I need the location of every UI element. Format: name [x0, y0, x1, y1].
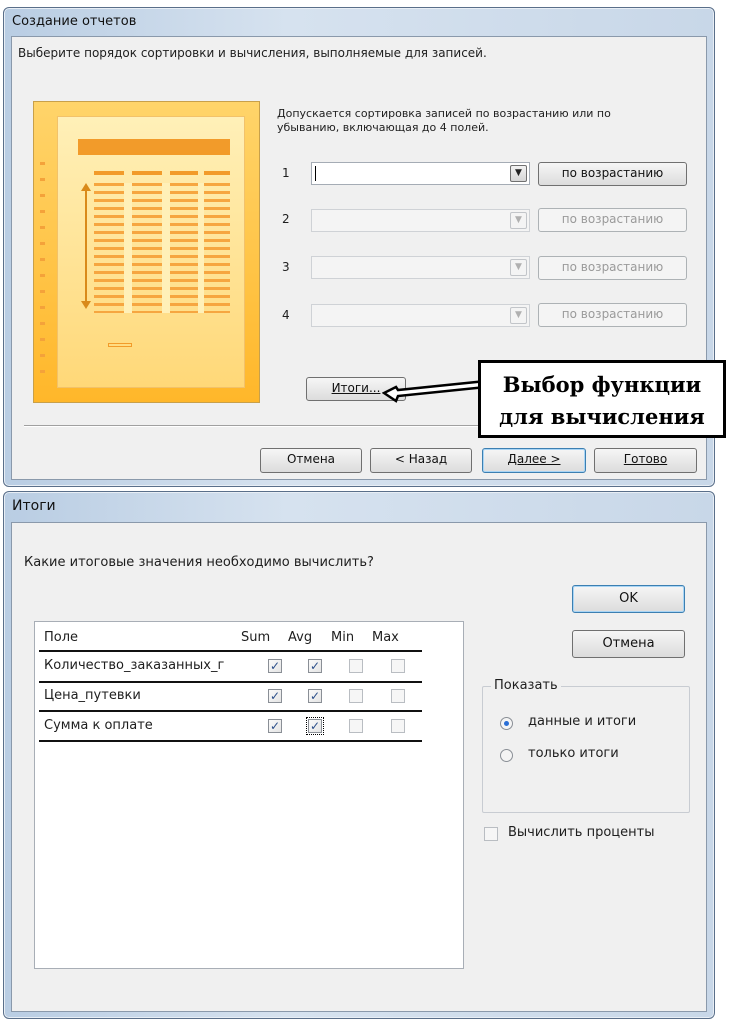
- totals-dialog-window: Итоги Какие итоговые значения необходимо…: [3, 491, 715, 1019]
- sum-checkbox-3[interactable]: ✓: [268, 719, 282, 733]
- min-checkbox-3[interactable]: [349, 719, 363, 733]
- max-checkbox-3[interactable]: [391, 719, 405, 733]
- column-max-header: Max: [372, 630, 399, 645]
- sort-order-2-button[interactable]: по возрастанию: [538, 208, 687, 232]
- totals-dialog-title: Итоги: [12, 498, 56, 514]
- column-sum-header: Sum: [241, 630, 271, 645]
- chevron-down-icon[interactable]: ▼: [510, 212, 527, 229]
- sort-field-2-combo[interactable]: ▼: [311, 209, 530, 232]
- sort-field-1-combo[interactable]: ▼: [311, 162, 530, 185]
- column-field-header: Поле: [44, 630, 79, 645]
- sort-order-4-button[interactable]: по возрастанию: [538, 303, 687, 327]
- chevron-down-icon[interactable]: ▼: [510, 165, 527, 182]
- wizard-cancel-button[interactable]: Отмена: [260, 448, 362, 473]
- column-avg-header: Avg: [288, 630, 313, 645]
- wizard-finish-label: Готово: [623, 452, 668, 466]
- avg-checkbox-2[interactable]: ✓: [308, 689, 322, 703]
- max-checkbox-2[interactable]: [391, 689, 405, 703]
- wizard-back-button[interactable]: < Назад: [370, 448, 472, 473]
- column-min-header: Min: [331, 630, 355, 645]
- callout-arrow: [382, 379, 488, 403]
- text-caret: [315, 166, 316, 181]
- field-name-3: Сумма к оплате: [44, 718, 153, 733]
- radio-summary-only[interactable]: [500, 749, 513, 762]
- totals-question: Какие итоговые значения необходимо вычис…: [24, 555, 374, 570]
- chevron-down-icon[interactable]: ▼: [510, 307, 527, 324]
- callout-line-2: для вычисления: [499, 404, 705, 429]
- sort-row-2-number: 2: [282, 212, 290, 226]
- wizard-next-button[interactable]: Далее >: [482, 448, 586, 473]
- wizard-next-label: Далее >: [507, 452, 561, 466]
- sort-description-line2: убыванию, включающая до 4 полей.: [277, 121, 489, 134]
- totals-button-label: Итоги...: [331, 381, 381, 395]
- avg-checkbox-1[interactable]: ✓: [308, 659, 322, 673]
- annotation-callout: Выбор функции для вычисления: [478, 360, 726, 438]
- sort-order-3-button[interactable]: по возрастанию: [538, 256, 687, 280]
- percent-checkbox-label[interactable]: Вычислить проценты: [508, 825, 654, 840]
- radio-summary-label[interactable]: только итоги: [528, 746, 619, 761]
- sort-description-line1: Допускается сортировка записей по возрас…: [277, 107, 611, 120]
- max-checkbox-1[interactable]: [391, 659, 405, 673]
- row-divider: [39, 681, 422, 683]
- ok-button[interactable]: OK: [572, 585, 685, 613]
- radio-detail-label[interactable]: данные и итоги: [528, 714, 636, 729]
- chevron-down-icon[interactable]: ▼: [510, 259, 527, 276]
- sort-field-4-combo[interactable]: ▼: [311, 304, 530, 327]
- sum-checkbox-1[interactable]: ✓: [268, 659, 282, 673]
- min-checkbox-1[interactable]: [349, 659, 363, 673]
- sort-field-3-combo[interactable]: ▼: [311, 256, 530, 279]
- min-checkbox-2[interactable]: [349, 689, 363, 703]
- report-preview-image: [33, 101, 260, 403]
- row-divider: [39, 710, 422, 712]
- field-name-1: Количество_заказанных_г: [44, 658, 225, 673]
- header-divider: [39, 650, 422, 652]
- wizard-finish-button[interactable]: Готово: [594, 448, 697, 473]
- percent-checkbox[interactable]: [484, 827, 498, 841]
- show-group: Показать данные и итоги только итоги: [482, 678, 690, 813]
- sort-row-1-number: 1: [282, 166, 290, 180]
- wizard-title: Создание отчетов: [12, 14, 137, 29]
- totals-fields-list: Поле Sum Avg Min Max Количество_заказанн…: [34, 621, 464, 969]
- sum-checkbox-2[interactable]: ✓: [268, 689, 282, 703]
- wizard-instruction: Выберите порядок сортировки и вычисления…: [18, 46, 487, 60]
- sort-row-4-number: 4: [282, 308, 290, 322]
- radio-detail-and-summary[interactable]: [500, 717, 513, 730]
- callout-line-1: Выбор функции: [502, 372, 702, 397]
- avg-checkbox-3[interactable]: ✓: [306, 717, 324, 735]
- sort-row-3-number: 3: [282, 260, 290, 274]
- totals-cancel-button[interactable]: Отмена: [572, 630, 685, 658]
- row-divider: [39, 740, 422, 742]
- report-preview-paper: [57, 116, 245, 388]
- field-name-2: Цена_путевки: [44, 688, 141, 703]
- totals-dialog-client: Какие итоговые значения необходимо вычис…: [11, 522, 707, 1012]
- show-group-title: Показать: [491, 678, 561, 693]
- sort-order-1-button[interactable]: по возрастанию: [538, 162, 687, 186]
